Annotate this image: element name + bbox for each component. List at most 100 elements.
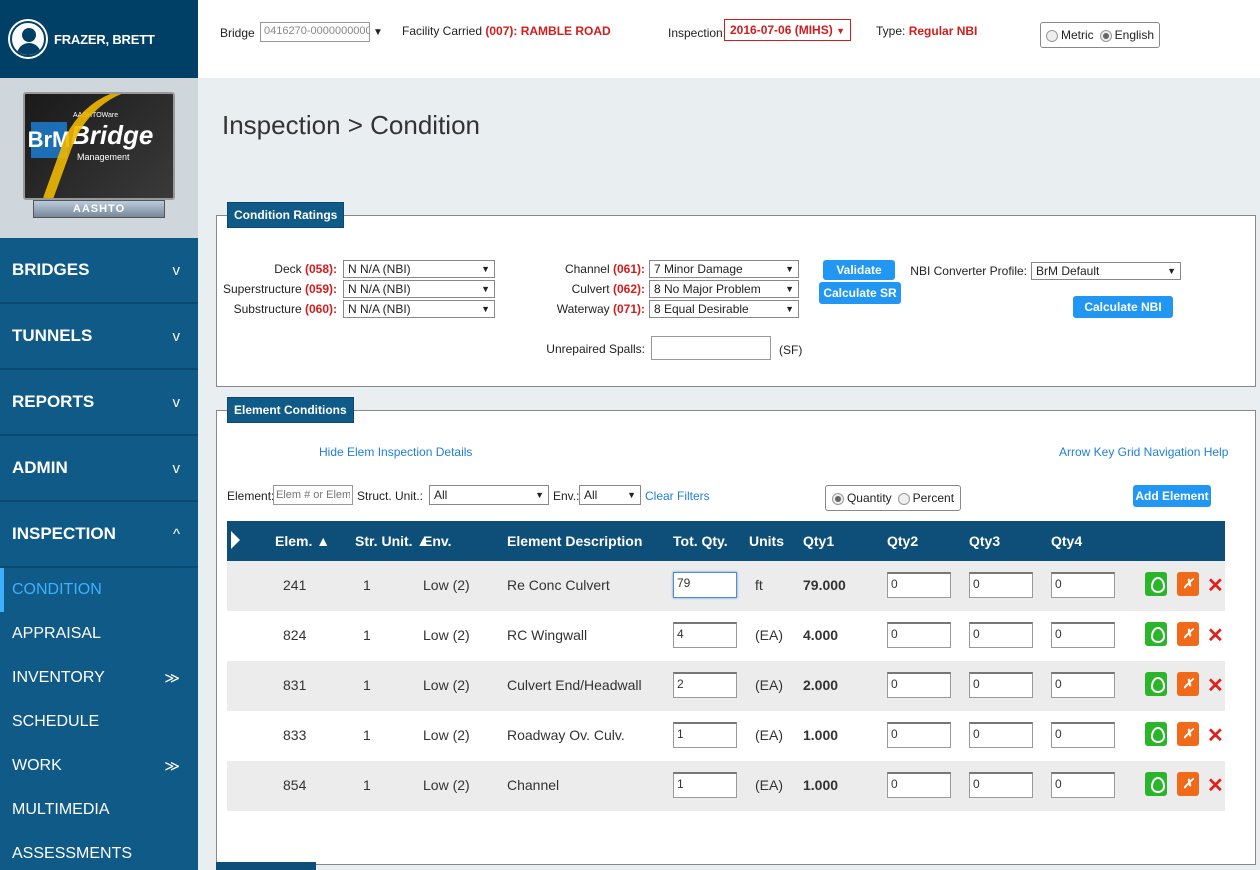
inspection-map-icon[interactable] [1145, 672, 1167, 696]
struct-unit-select[interactable]: All ▼ [429, 485, 549, 505]
quantity-option[interactable]: Quantity [831, 491, 892, 505]
nbi-profile-select[interactable]: BrM Default ▼ [1031, 262, 1181, 280]
qty4-input[interactable]: 0 [1051, 772, 1115, 798]
nav-sub-item-inventory[interactable]: INVENTORY ≫ [0, 656, 198, 700]
qty3-input[interactable]: 0 [969, 572, 1033, 598]
qty2-input[interactable]: 0 [887, 772, 951, 798]
logo-br: BrM [28, 122, 70, 158]
culvert-select[interactable]: 8 No Major Problem ▼ [649, 280, 799, 298]
chevron-icon: ^ [172, 525, 180, 543]
element-filter-input[interactable] [273, 485, 353, 505]
substructure-select[interactable]: N N/A (NBI) ▼ [343, 300, 495, 318]
inspection-map-icon[interactable] [1145, 572, 1167, 596]
nav-item-admin[interactable]: ADMIN v [0, 436, 198, 502]
column-header[interactable]: Qty3 [969, 533, 1000, 549]
english-option[interactable]: English [1099, 28, 1154, 42]
superstructure-select[interactable]: N N/A (NBI) ▼ [343, 280, 495, 298]
add-defect-icon[interactable]: ✗ [1177, 572, 1199, 596]
column-header[interactable]: Env. [423, 533, 452, 549]
table-row[interactable]: 241 1 Low (2) Re Conc Culvert 79 ft 79.0… [227, 561, 1225, 611]
nav-item-reports[interactable]: REPORTS v [0, 370, 198, 436]
table-row[interactable]: 824 1 Low (2) RC Wingwall 4 (EA) 4.000 0… [227, 611, 1225, 661]
inspection-map-icon[interactable] [1145, 622, 1167, 646]
calculate-sr-button[interactable]: Calculate SR [819, 282, 901, 304]
nav-sub-item-appraisal[interactable]: APPRAISAL [0, 612, 198, 656]
tot-qty-input[interactable]: 2 [673, 672, 737, 698]
add-defect-icon[interactable]: ✗ [1177, 772, 1199, 796]
inspection-map-icon[interactable] [1145, 722, 1167, 746]
column-header[interactable]: Element Description [507, 533, 642, 549]
inspection-map-icon[interactable] [1145, 772, 1167, 796]
nav-sub-item-condition[interactable]: CONDITION [0, 568, 198, 612]
nav-sub-item-assessments[interactable]: ASSESSMENTS [0, 832, 198, 870]
units-toggle: Metric English [1040, 22, 1160, 48]
nav-item-tunnels[interactable]: TUNNELS v [0, 304, 198, 370]
nav-sub-item-multimedia[interactable]: MULTIMEDIA [0, 788, 198, 832]
qty4-input[interactable]: 0 [1051, 572, 1115, 598]
hide-details-link[interactable]: Hide Elem Inspection Details [319, 445, 472, 459]
expand-all-icon[interactable] [231, 531, 240, 549]
facility-value: RAMBLE ROAD [520, 24, 611, 38]
qty2-input[interactable]: 0 [887, 722, 951, 748]
qty3-input[interactable]: 0 [969, 772, 1033, 798]
element-filter-label: Element: [227, 489, 275, 503]
chevron-down-icon[interactable]: ▼ [370, 22, 386, 42]
column-header[interactable]: Str. Unit. ▲ [355, 533, 430, 549]
qty4-input[interactable]: 0 [1051, 722, 1115, 748]
qty1-cell: 2.000 [803, 677, 839, 693]
validate-button[interactable]: Validate [823, 260, 895, 280]
tot-qty-input[interactable]: 79 [673, 572, 737, 598]
delete-icon[interactable]: ✕ [1207, 673, 1224, 698]
metric-option[interactable]: Metric [1045, 28, 1094, 42]
inspection-select[interactable]: 2016-07-06 (MIHS) ▼ [724, 19, 851, 41]
nav-item-bridges[interactable]: BRIDGES v [0, 238, 198, 304]
spalls-input[interactable] [651, 336, 771, 360]
delete-icon[interactable]: ✕ [1207, 623, 1224, 648]
add-defect-icon[interactable]: ✗ [1177, 622, 1199, 646]
logo-aashto: AASHTO [33, 200, 165, 218]
clear-filters-link[interactable]: Clear Filters [645, 489, 710, 503]
add-element-button[interactable]: Add Element [1133, 485, 1211, 507]
qty2-input[interactable]: 0 [887, 622, 951, 648]
arrow-help-link[interactable]: Arrow Key Grid Navigation Help [1059, 445, 1228, 459]
qty2-input[interactable]: 0 [887, 572, 951, 598]
qty3-input[interactable]: 0 [969, 622, 1033, 648]
column-header[interactable]: Qty2 [887, 533, 918, 549]
nav-item-inspection[interactable]: INSPECTION ^ [0, 502, 198, 568]
tot-qty-input[interactable]: 1 [673, 722, 737, 748]
nav-sub-item-schedule[interactable]: SCHEDULE [0, 700, 198, 744]
deck-label-text: Deck [274, 262, 302, 276]
column-header[interactable]: Qty4 [1051, 533, 1082, 549]
table-row[interactable]: 831 1 Low (2) Culvert End/Headwall 2 (EA… [227, 661, 1225, 711]
table-row[interactable]: 833 1 Low (2) Roadway Ov. Culv. 1 (EA) 1… [227, 711, 1225, 761]
delete-icon[interactable]: ✕ [1207, 773, 1224, 798]
qty4-input[interactable]: 0 [1051, 672, 1115, 698]
delete-icon[interactable]: ✕ [1207, 573, 1224, 598]
tot-qty-input[interactable]: 4 [673, 622, 737, 648]
user-bar[interactable]: FRAZER, BRETT [0, 0, 198, 78]
waterway-label-text: Waterway [556, 302, 610, 316]
percent-option[interactable]: Percent [897, 491, 954, 505]
nav-sub-item-work[interactable]: WORK ≫ [0, 744, 198, 788]
qty3-input[interactable]: 0 [969, 672, 1033, 698]
culvert-code: (062): [612, 282, 645, 296]
waterway-select[interactable]: 8 Equal Desirable ▼ [649, 300, 799, 318]
column-header[interactable]: Units [749, 533, 784, 549]
add-defect-icon[interactable]: ✗ [1177, 672, 1199, 696]
delete-icon[interactable]: ✕ [1207, 723, 1224, 748]
qty3-input[interactable]: 0 [969, 722, 1033, 748]
column-header[interactable]: Tot. Qty. [673, 533, 728, 549]
page-title: Inspection > Condition [222, 110, 481, 140]
env-select[interactable]: All ▼ [579, 485, 641, 505]
bridge-input[interactable]: 0416270-00000000000 [260, 22, 370, 42]
tot-qty-input[interactable]: 1 [673, 772, 737, 798]
calculate-nbi-button[interactable]: Calculate NBI [1073, 296, 1173, 318]
column-header[interactable]: Elem. ▲ [275, 533, 330, 549]
table-row[interactable]: 854 1 Low (2) Channel 1 (EA) 1.000 0 0 0… [227, 761, 1225, 811]
deck-select[interactable]: N N/A (NBI) ▼ [343, 260, 495, 278]
add-defect-icon[interactable]: ✗ [1177, 722, 1199, 746]
column-header[interactable]: Qty1 [803, 533, 834, 549]
qty2-input[interactable]: 0 [887, 672, 951, 698]
qty4-input[interactable]: 0 [1051, 622, 1115, 648]
channel-select[interactable]: 7 Minor Damage ▼ [649, 260, 799, 278]
